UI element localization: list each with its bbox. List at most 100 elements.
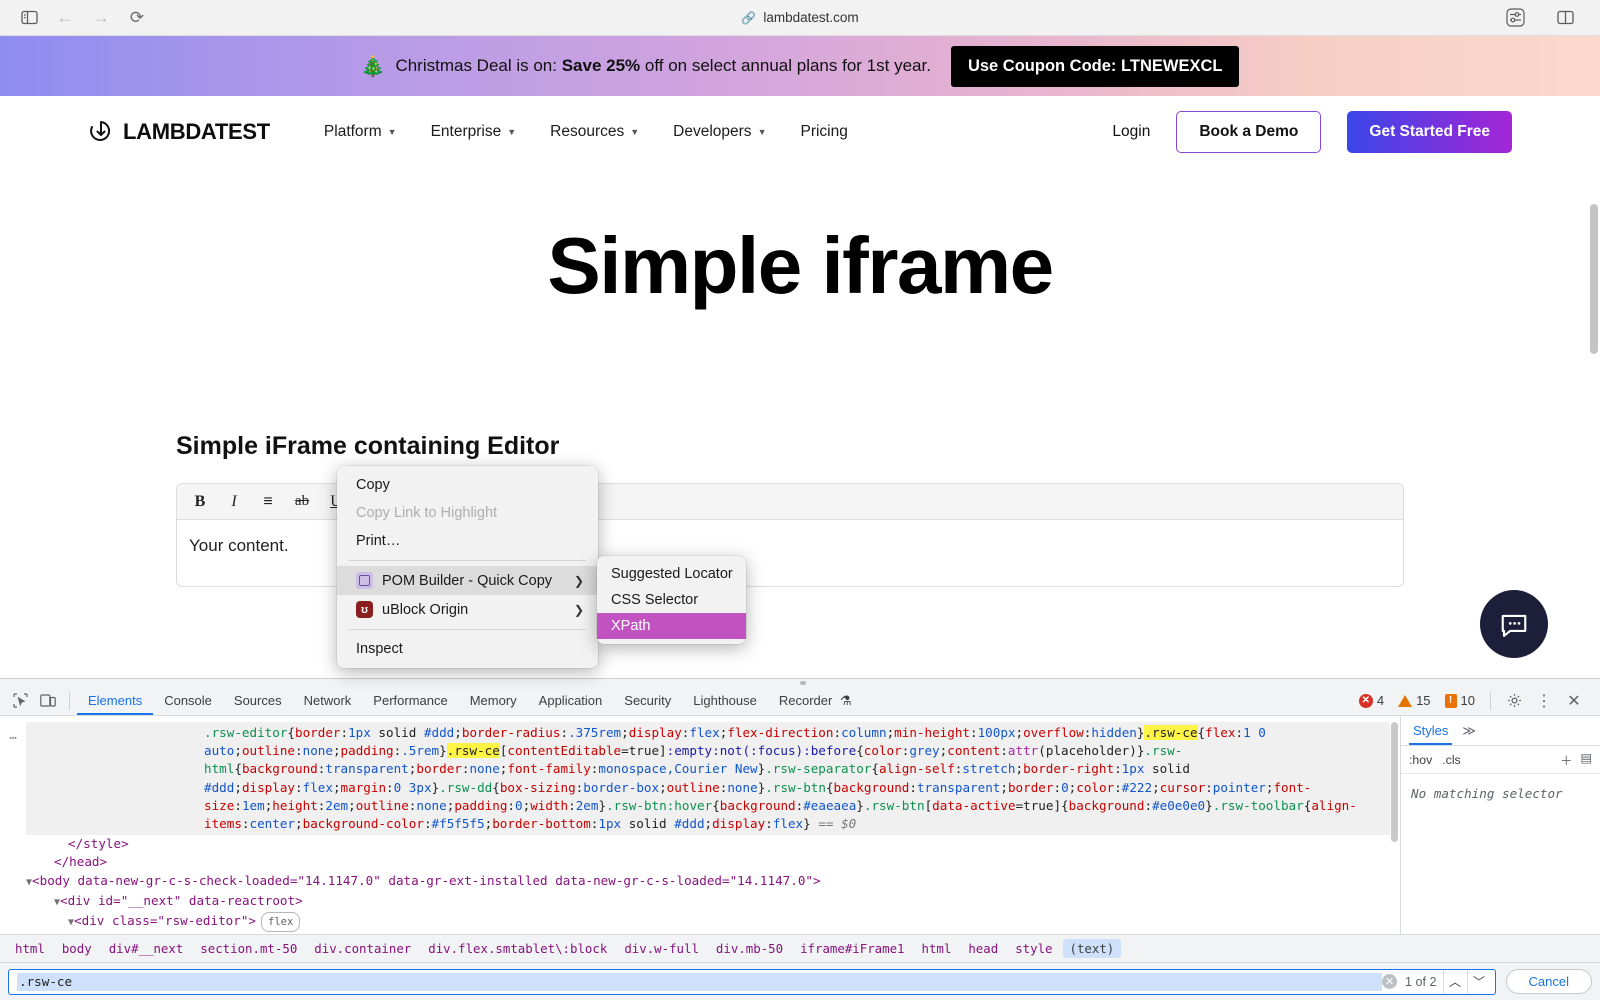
tab-recorder-label: Recorder [779,693,832,708]
dom-tree-code: .rsw-editor{border:1px solid #ddd;border… [0,716,1400,934]
inspect-element-icon[interactable] [6,689,34,713]
context-menu-item-inspect[interactable]: Inspect [337,635,598,663]
tab-application[interactable]: Application [528,686,614,715]
cancel-button[interactable]: Cancel [1506,969,1592,994]
breadcrumb-html-inner[interactable]: html [915,939,959,958]
device-toolbar-icon[interactable] [34,689,62,713]
close-icon[interactable]: ✕ [1560,689,1588,713]
reload-icon[interactable]: ⟳ [122,5,152,31]
dom-line-style-close[interactable]: </style> [26,835,1390,853]
context-menu-separator [349,560,586,561]
lambdatest-logo[interactable]: LAMBDATEST [88,119,270,145]
page-scrollbar[interactable] [1590,204,1598,354]
breadcrumb-section-mt50[interactable]: section.mt-50 [193,939,304,958]
breadcrumb-body[interactable]: body [55,939,99,958]
page-content: Simple iframe Simple iFrame containing E… [0,168,1600,680]
dom-line-body[interactable]: ▼<body data-new-gr-c-s-check-loaded="14.… [26,872,1390,892]
clear-icon[interactable]: ✕ [1382,974,1397,989]
browser-toolbar: ← → ⟳ 🔗 lambdatest.com [0,0,1600,36]
tab-sources[interactable]: Sources [223,686,293,715]
breadcrumb: html body div#__next section.mt-50 div.c… [0,934,1600,962]
tab-recorder[interactable]: Recorder ⚗ [768,686,863,715]
tab-styles[interactable]: Styles [1409,716,1452,745]
sidebar-toggle-icon[interactable] [14,5,44,31]
breadcrumb-head[interactable]: head [961,939,1005,958]
nav-item-platform[interactable]: Platform ▼ [324,123,397,141]
bold-button[interactable]: B [183,487,217,517]
tab-performance[interactable]: Performance [362,686,458,715]
find-match-count: 1 of 2 [1405,975,1437,989]
warning-count[interactable]: 15 [1392,693,1436,708]
context-menu-separator [349,629,586,630]
error-count[interactable]: ✕ 4 [1353,693,1390,708]
info-count[interactable]: ! 10 [1439,693,1481,708]
more-vertical-icon[interactable]: ⋮ [1530,689,1558,713]
breadcrumb-iframe[interactable]: iframe#iFrame1 [793,939,911,958]
nav-item-resources[interactable]: Resources ▼ [550,123,639,141]
breadcrumb-div-flex-smtablet[interactable]: div.flex.smtablet\:block [421,939,614,958]
forward-arrow-icon[interactable]: → [86,5,116,31]
context-menu-item-pom-builder[interactable]: POM Builder - Quick Copy ❯ [337,566,598,595]
tab-overview-icon[interactable] [1550,5,1580,31]
italic-button[interactable]: I [217,487,251,517]
login-link[interactable]: Login [1112,123,1150,141]
address-bar[interactable]: 🔗 lambdatest.com [0,0,1600,35]
context-menu-item-copy[interactable]: Copy [337,471,598,499]
nav-item-enterprise[interactable]: Enterprise ▼ [431,123,517,141]
context-menu-item-ublock-origin[interactable]: ʊ uBlock Origin ❯ [337,595,598,624]
tab-security[interactable]: Security [613,686,682,715]
coupon-code-button[interactable]: Use Coupon Code: LTNEWEXCL [951,46,1240,87]
flex-badge[interactable]: flex [261,912,300,932]
search-input[interactable] [17,973,1382,991]
tab-memory[interactable]: Memory [459,686,528,715]
plus-icon[interactable]: ＋ [1560,751,1572,769]
extensions-icon[interactable] [1500,5,1530,31]
dom-scrollbar[interactable] [1391,722,1398,842]
layout-icon[interactable]: ▤ [1580,751,1592,769]
chevron-up-icon[interactable]: ︿ [1443,970,1467,994]
nav-item-developers[interactable]: Developers ▼ [673,123,766,141]
dom-line-head-close[interactable]: </head> [26,853,1390,871]
tab-elements[interactable]: Elements [77,686,153,715]
context-menu-item-print[interactable]: Print… [337,527,598,555]
dom-line-editor-div-text: <div class="rsw-editor"> [74,913,256,928]
pom-builder-icon [356,572,373,589]
context-menu-label: Print… [356,533,400,549]
context-menu-label: Inspect [356,641,403,657]
tab-console[interactable]: Console [153,686,223,715]
book-demo-button[interactable]: Book a Demo [1176,111,1321,153]
submenu-item-xpath[interactable]: XPath [597,613,746,639]
devtools-resize-handle[interactable] [0,679,1600,686]
submenu-item-css-selector[interactable]: CSS Selector [597,587,746,613]
nav-item-pricing[interactable]: Pricing [800,123,847,141]
breadcrumb-div-wfull[interactable]: div.w-full [617,939,706,958]
hov-toggle[interactable]: :hov [1409,753,1432,767]
chevron-down-icon[interactable]: ﹀ [1467,970,1491,994]
breadcrumb-html[interactable]: html [8,939,52,958]
get-started-free-button[interactable]: Get Started Free [1347,111,1512,153]
list-button[interactable]: ≡ [251,487,285,517]
breadcrumb-text[interactable]: (text) [1063,939,1122,958]
strikethrough-button[interactable]: ab [285,487,319,517]
dom-line-editor-div[interactable]: ▼<div class="rsw-editor">flex [26,912,1390,932]
find-input-wrapper[interactable]: ✕ 1 of 2 ︿ ﹀ [8,969,1496,995]
address-bar-url: lambdatest.com [763,10,858,25]
gear-icon[interactable] [1500,689,1528,713]
tab-network[interactable]: Network [293,686,363,715]
dom-tree-pane[interactable]: ⋯ .rsw-editor{border:1px solid #ddd;bord… [0,716,1400,934]
back-arrow-icon[interactable]: ← [50,5,80,31]
submenu-item-suggested-locator[interactable]: Suggested Locator [597,561,746,587]
info-icon: ! [1445,694,1457,708]
breadcrumb-div-next[interactable]: div#__next [102,939,191,958]
breadcrumb-div-mb50[interactable]: div.mb-50 [709,939,790,958]
styles-overflow-icon[interactable]: ≫ [1462,723,1476,739]
chat-support-button[interactable] [1480,590,1548,658]
cls-toggle[interactable]: .cls [1442,753,1460,767]
tab-lighthouse[interactable]: Lighthouse [682,686,768,715]
breadcrumb-style[interactable]: style [1008,939,1059,958]
dom-line-next-div[interactable]: ▼<div id="__next" data-reactroot> [26,892,1390,912]
submenu-label: CSS Selector [611,592,698,608]
nav-label: Resources [550,123,624,141]
promo-banner: 🎄 Christmas Deal is on: Save 25% off on … [0,36,1600,96]
breadcrumb-div-container[interactable]: div.container [307,939,418,958]
